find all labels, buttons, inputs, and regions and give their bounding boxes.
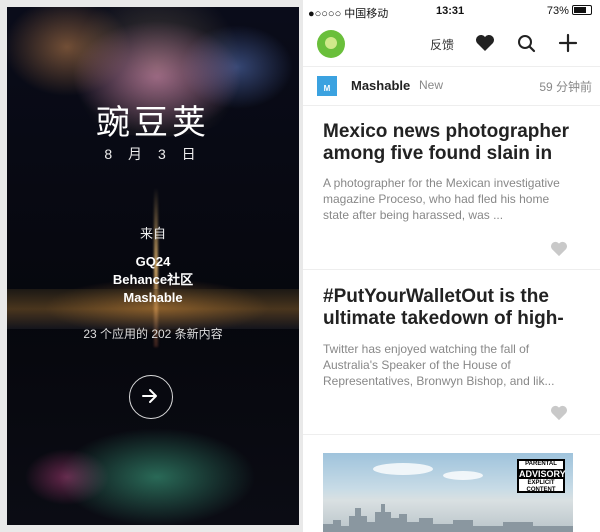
article-title[interactable]: #PutYourWalletOut is the ultimate takedo… [323,286,585,330]
plus-icon [558,33,578,53]
like-button[interactable] [550,241,568,262]
heart-icon [551,405,567,421]
battery-percent: 73% [546,5,569,17]
source-list: GQ24 Behance社区 Mashable [7,253,299,307]
article-image[interactable]: PARENTAL ADVISORY EXPLICIT CONTENT [323,453,573,532]
next-button[interactable] [129,375,173,419]
carrier-signal: ●○○○○ 中国移动 [308,8,389,20]
source-item: Mashable [123,290,183,305]
city-skyline [323,504,573,532]
article-summary: Twitter has enjoyed watching the fall of… [323,342,555,388]
battery-icon [572,5,592,15]
heart-icon [476,35,494,51]
parental-advisory-badge: PARENTAL ADVISORY EXPLICIT CONTENT [517,459,566,493]
favorites-button[interactable] [475,34,495,57]
article-title[interactable]: Mexico news photographer among five foun… [323,121,585,165]
app-bar: 反馈 [303,22,600,66]
mashable-logo: M [317,76,337,96]
search-button[interactable] [517,34,536,58]
status-right: 73% [547,5,592,17]
cloud-decoration [373,463,433,475]
source-header[interactable]: M Mashable New 59 分钟前 [303,66,600,106]
splash-date: 8 月 3 日 [104,146,202,162]
cloud-decoration [443,471,483,480]
new-badge: New [419,78,444,92]
from-label: 来自 [139,226,166,241]
arrow-right-icon [142,389,157,403]
heart-icon [551,241,567,257]
article-card[interactable]: Mexico news photographer among five foun… [303,104,600,270]
splash-panel: 豌豆荚 8 月 3 日 来自 GQ24 Behance社区 Mashable 2… [7,7,299,525]
article-card[interactable]: #PutYourWalletOut is the ultimate takedo… [303,269,600,435]
status-bar: ●○○○○ 中国移动 13:31 73% [303,0,600,22]
source-name: Mashable [351,78,411,93]
feed-panel: ●○○○○ 中国移动 13:31 73% 反馈 M Mashable New 5… [303,0,600,532]
source-item: Behance社区 [112,272,194,287]
status-time: 13:31 [436,5,465,17]
advisory-bottom: EXPLICIT CONTENT [526,480,556,493]
advisory-top: PARENTAL [525,461,557,467]
search-icon [518,35,536,53]
add-button[interactable] [558,33,578,58]
app-logo: 豌豆荚 [96,104,210,142]
avatar[interactable] [317,30,345,58]
article-summary: A photographer for the Mexican investiga… [323,176,560,222]
like-button[interactable] [550,405,568,426]
feedback-button[interactable]: 反馈 [430,36,454,53]
source-time: 59 分钟前 [539,80,592,94]
advisory-mid: ADVISORY [519,469,566,479]
source-item: GQ24 [135,254,171,269]
content-count: 23 个应用的 202 条新内容 [83,327,223,341]
